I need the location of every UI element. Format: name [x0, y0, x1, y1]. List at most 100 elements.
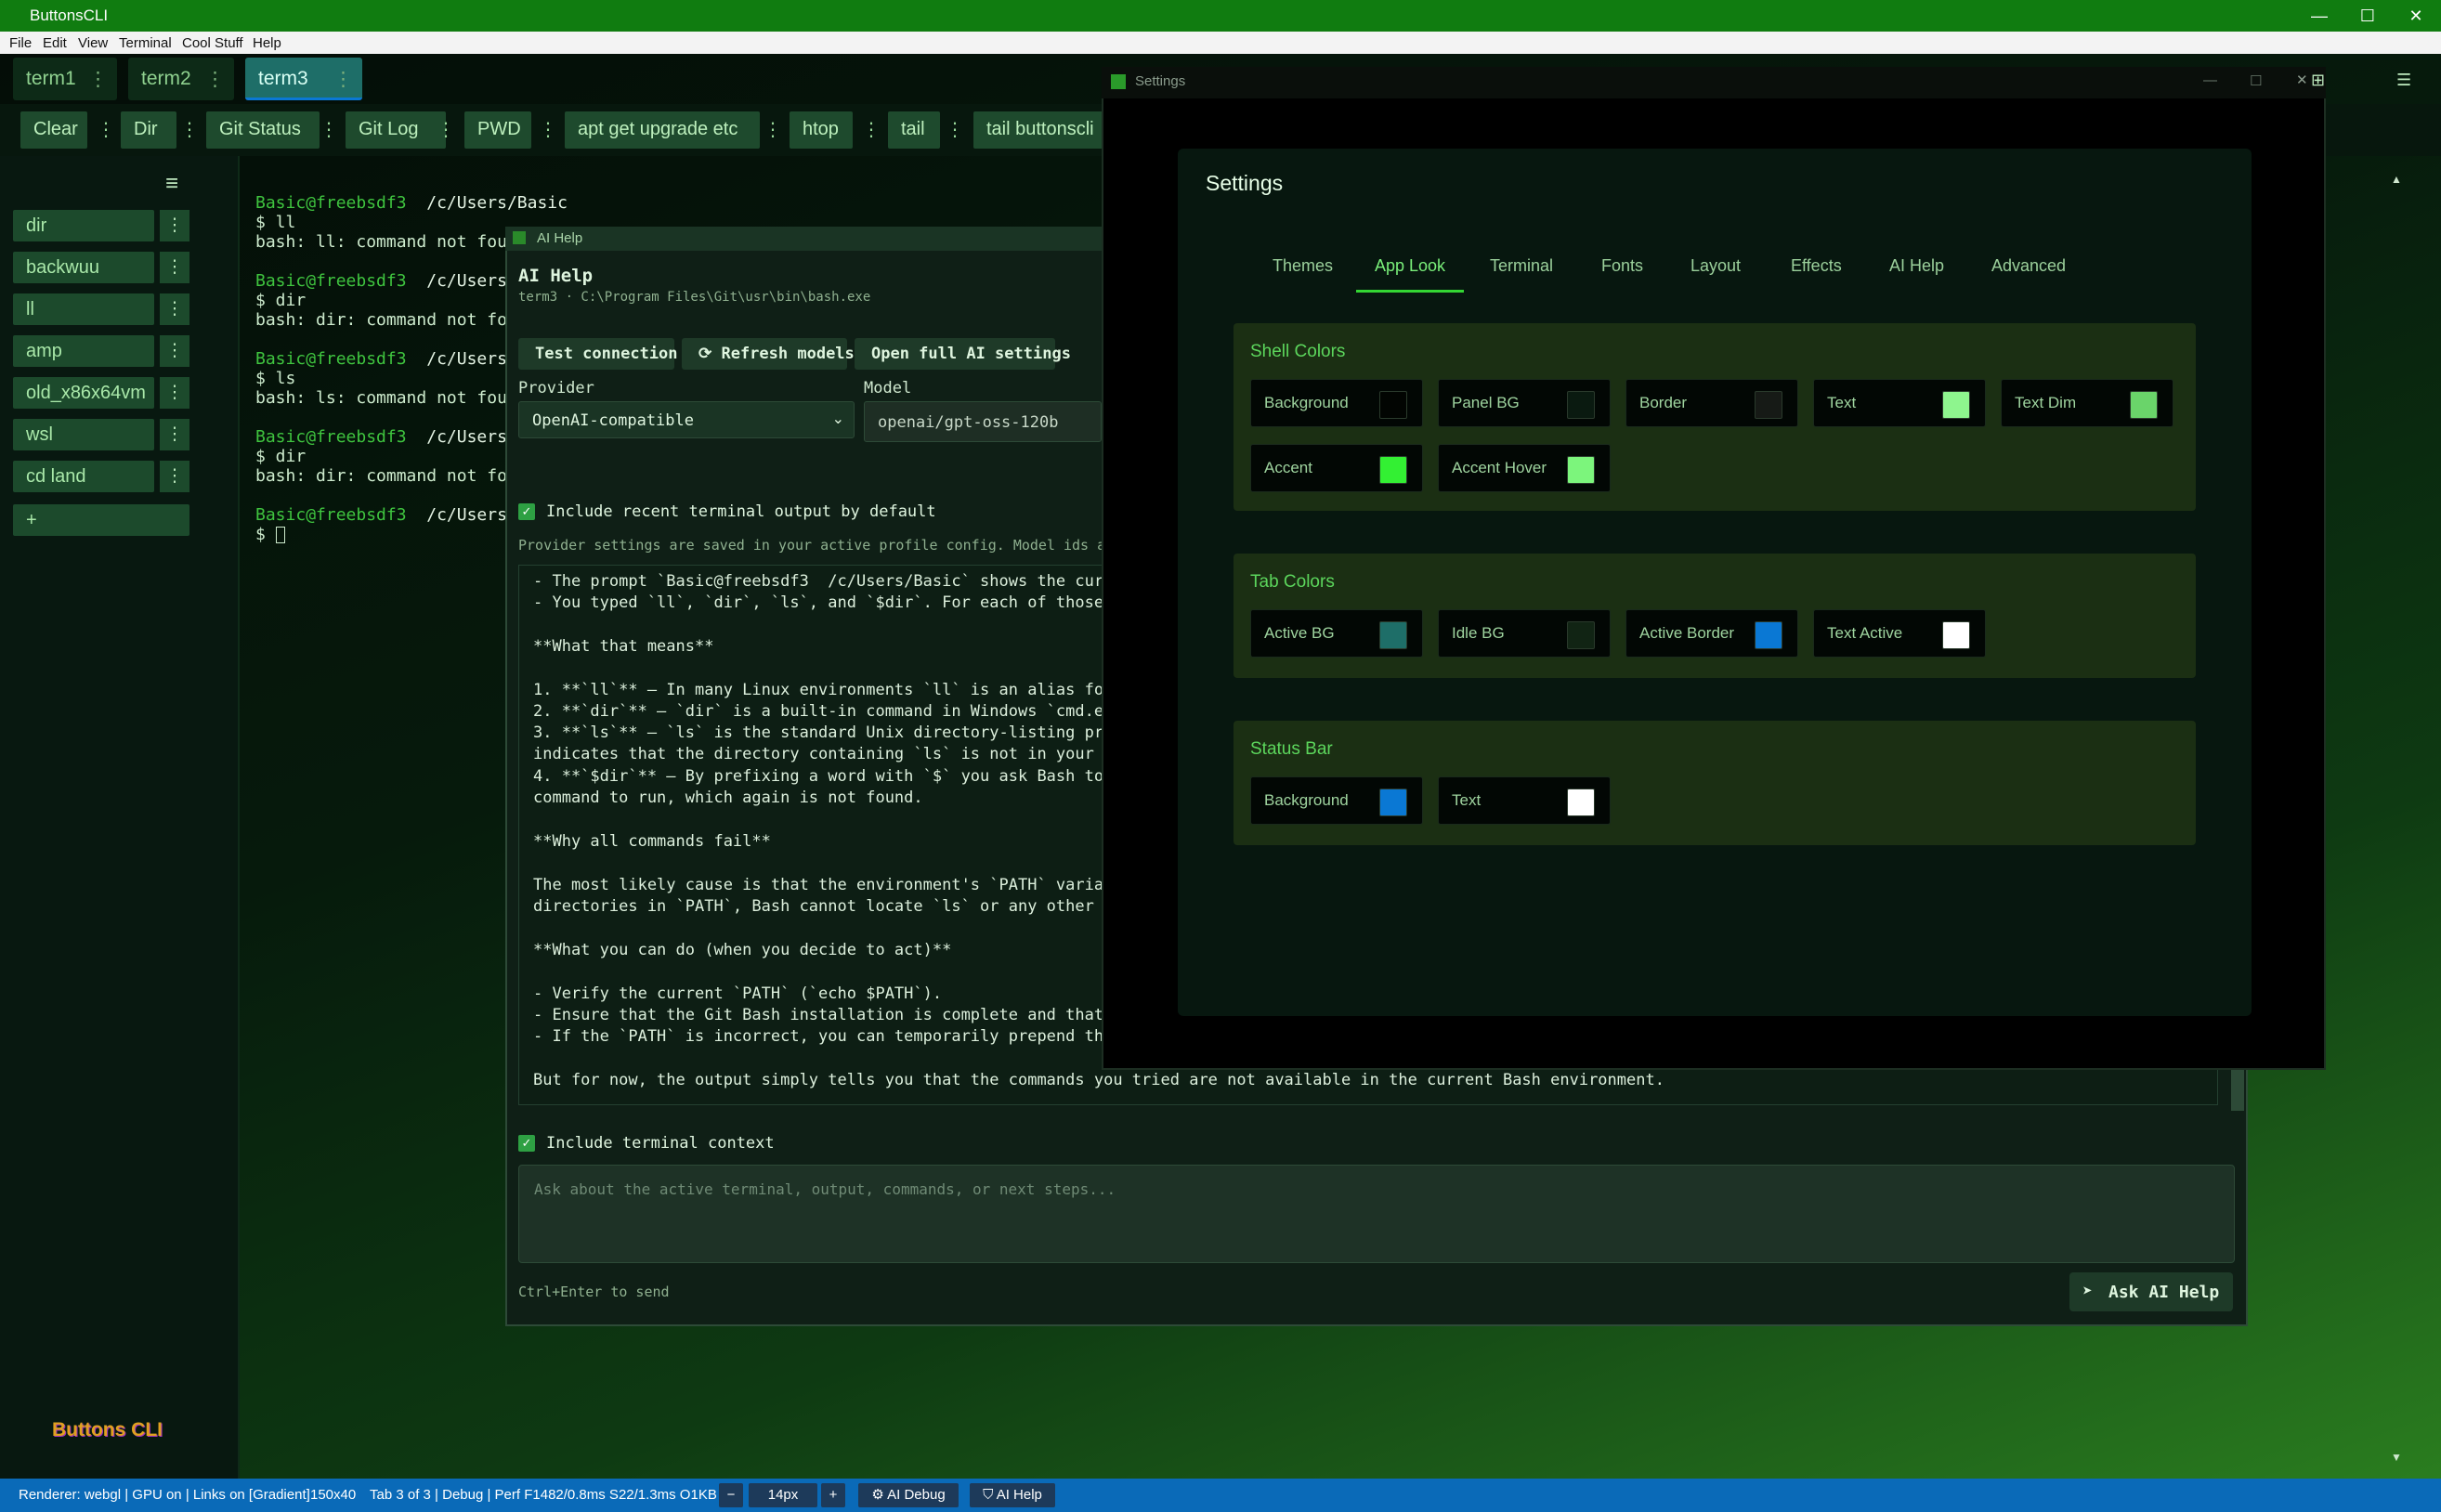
color-swatch[interactable]	[1379, 621, 1407, 649]
sidebar-item-menu-icon[interactable]: ⋮	[160, 377, 189, 409]
color-border[interactable]: Border	[1625, 379, 1798, 427]
sidebar-item-amp[interactable]: amp	[13, 335, 154, 367]
color-accent[interactable]: Accent	[1250, 444, 1423, 492]
color-swatch[interactable]	[1942, 621, 1970, 649]
quick-button-git-log[interactable]: Git Log	[346, 111, 446, 149]
sidebar-item-cd-land[interactable]: cd land	[13, 461, 154, 492]
close-button[interactable]: ✕	[2393, 0, 2439, 32]
sidebar-add-button[interactable]: +	[13, 504, 189, 536]
color-swatch[interactable]	[1942, 391, 1970, 419]
ai-help-button[interactable]: ⛉ AI Help	[970, 1483, 1055, 1507]
color-swatch[interactable]	[2130, 391, 2158, 419]
sidebar-item-menu-icon[interactable]: ⋮	[160, 210, 189, 241]
menu-help[interactable]: Help	[253, 35, 281, 51]
menu-terminal[interactable]: Terminal	[119, 35, 172, 51]
quick-button-menu-icon[interactable]: ⋮	[762, 111, 784, 149]
color-swatch[interactable]	[1567, 621, 1595, 649]
quick-button-tail-buttonscli[interactable]: tail buttonscli	[973, 111, 1103, 149]
quick-button-menu-icon[interactable]: ⋮	[318, 111, 340, 149]
sidebar-item-menu-icon[interactable]: ⋮	[160, 461, 189, 492]
maximize-button[interactable]: ☐	[2344, 0, 2391, 32]
color-panel-bg[interactable]: Panel BG	[1438, 379, 1611, 427]
tab-effects[interactable]: Effects	[1791, 256, 1842, 276]
color-swatch[interactable]	[1755, 391, 1782, 419]
tab-fonts[interactable]: Fonts	[1601, 256, 1643, 276]
sidebar-item-wsl[interactable]: wsl	[13, 419, 154, 450]
panel-layout-icon[interactable]: ☰	[2396, 71, 2428, 93]
tab-app-look[interactable]: App Look	[1375, 256, 1445, 276]
color-statusbar-text[interactable]: Text	[1438, 776, 1611, 825]
color-swatch[interactable]	[1379, 789, 1407, 816]
tab-term3[interactable]: term3 ⋮	[245, 58, 362, 100]
color-swatch[interactable]	[1379, 391, 1407, 419]
color-swatch[interactable]	[1567, 789, 1595, 816]
color-active-bg[interactable]: Active BG	[1250, 609, 1423, 658]
tab-menu-icon[interactable]: ⋮	[333, 68, 353, 91]
quick-button-tail[interactable]: tail	[888, 111, 940, 149]
hamburger-menu-icon[interactable]: ≡	[165, 171, 178, 197]
tab-term1[interactable]: term1 ⋮	[13, 58, 117, 100]
color-swatch[interactable]	[1567, 391, 1595, 419]
color-swatch[interactable]	[1567, 456, 1595, 484]
sidebar-item-menu-icon[interactable]: ⋮	[160, 293, 189, 325]
tab-term2[interactable]: term2 ⋮	[128, 58, 234, 100]
ai-debug-button[interactable]: ⚙ AI Debug	[858, 1483, 959, 1507]
provider-select[interactable]: OpenAI-compatible ⌄	[518, 401, 855, 438]
menu-cool-stuff[interactable]: Cool Stuff	[182, 35, 243, 51]
color-shell-background[interactable]: Background	[1250, 379, 1423, 427]
settings-minimize-button[interactable]: —	[2203, 72, 2217, 88]
color-swatch[interactable]	[1755, 621, 1782, 649]
quick-button-menu-icon[interactable]: ⋮	[860, 111, 882, 149]
quick-button-menu-icon[interactable]: ⋮	[95, 111, 117, 149]
color-text-active[interactable]: Text Active	[1813, 609, 1986, 658]
sidebar-item-menu-icon[interactable]: ⋮	[160, 335, 189, 367]
tab-advanced[interactable]: Advanced	[1991, 256, 2066, 276]
quick-button-menu-icon[interactable]: ⋮	[944, 111, 966, 149]
model-input[interactable]: openai/gpt-oss-120b	[864, 401, 1102, 442]
sidebar-item-backwuu[interactable]: backwuu	[13, 252, 154, 283]
settings-maximize-button[interactable]: ☐	[2250, 72, 2262, 89]
tab-terminal[interactable]: Terminal	[1490, 256, 1553, 276]
tab-menu-icon[interactable]: ⋮	[205, 68, 225, 91]
sidebar-item-menu-icon[interactable]: ⋮	[160, 419, 189, 450]
quick-button-clear[interactable]: Clear	[20, 111, 87, 149]
menu-file[interactable]: File	[9, 35, 32, 51]
quick-button-htop[interactable]: htop	[790, 111, 853, 149]
grid-layout-icon[interactable]: ⊞	[2311, 71, 2343, 93]
quick-button-pwd[interactable]: PWD	[464, 111, 531, 149]
color-active-border[interactable]: Active Border	[1625, 609, 1798, 658]
quick-button-menu-icon[interactable]: ⋮	[435, 111, 457, 149]
tab-themes[interactable]: Themes	[1273, 256, 1333, 276]
color-swatch[interactable]	[1379, 456, 1407, 484]
tab-layout[interactable]: Layout	[1690, 256, 1741, 276]
font-increase-button[interactable]: +	[821, 1483, 845, 1507]
menu-edit[interactable]: Edit	[43, 35, 67, 51]
ai-prompt-input[interactable]: Ask about the active terminal, output, c…	[518, 1165, 2235, 1263]
quick-button-dir[interactable]: Dir	[121, 111, 176, 149]
menu-view[interactable]: View	[78, 35, 108, 51]
ask-ai-help-button[interactable]: ➤ Ask AI Help	[2069, 1272, 2233, 1311]
sidebar-item-old-x86x64vm[interactable]: old_x86x64vm	[13, 377, 154, 409]
response-scrollbar[interactable]	[2231, 1064, 2244, 1111]
open-ai-settings-button[interactable]: Open full AI settings	[855, 338, 1071, 370]
color-text[interactable]: Text	[1813, 379, 1986, 427]
sidebar-item-ll[interactable]: ll	[13, 293, 154, 325]
settings-close-button[interactable]: ✕	[2296, 72, 2308, 88]
font-decrease-button[interactable]: −	[719, 1483, 743, 1507]
quick-button-git-status[interactable]: Git Status	[206, 111, 320, 149]
color-idle-bg[interactable]: Idle BG	[1438, 609, 1611, 658]
refresh-models-button[interactable]: ⟳ Refresh models	[682, 338, 855, 370]
settings-titlebar[interactable]: Settings — ☐ ✕	[1102, 67, 2326, 98]
tab-menu-icon[interactable]: ⋮	[88, 68, 108, 91]
sidebar-item-dir[interactable]: dir	[13, 210, 154, 241]
include-recent-checkbox[interactable]: ✓	[518, 503, 535, 520]
terminal-scrollbar[interactable]: ▲ ▼	[2389, 171, 2404, 1466]
color-statusbar-background[interactable]: Background	[1250, 776, 1423, 825]
include-context-checkbox[interactable]: ✓	[518, 1135, 535, 1152]
tab-ai-help[interactable]: AI Help	[1889, 256, 1944, 276]
test-connection-button[interactable]: Test connection	[518, 338, 678, 370]
color-accent-hover[interactable]: Accent Hover	[1438, 444, 1611, 492]
quick-button-menu-icon[interactable]: ⋮	[178, 111, 201, 149]
quick-button-menu-icon[interactable]: ⋮	[537, 111, 559, 149]
minimize-button[interactable]: —	[2296, 0, 2343, 32]
